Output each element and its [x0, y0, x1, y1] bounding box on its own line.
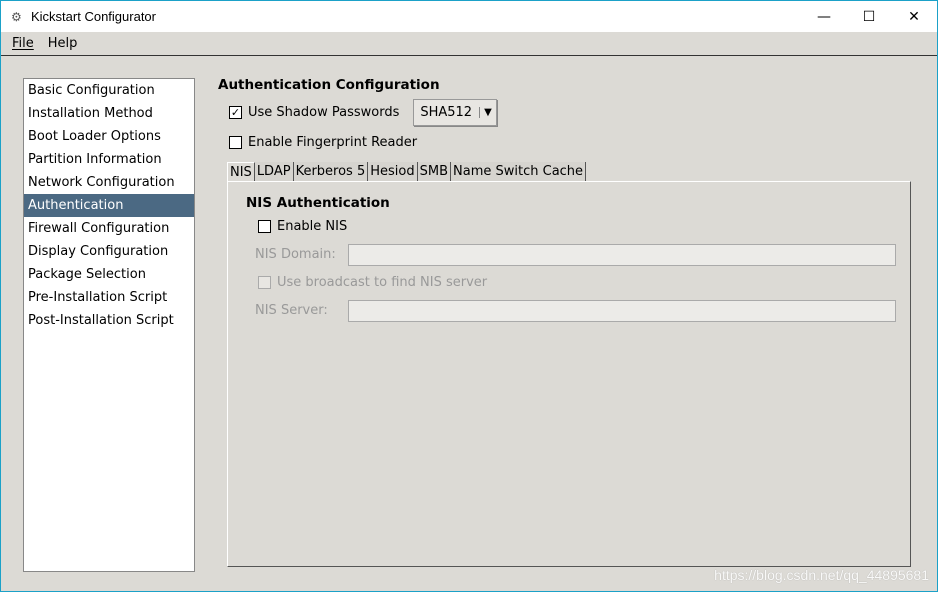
nis-server-label: NIS Server: — [255, 303, 328, 318]
tab-smb[interactable]: SMB — [417, 162, 452, 182]
section-heading: Authentication Configuration — [218, 77, 440, 93]
main-window: ⚙ Kickstart Configurator — ☐ ✕ File Help… — [0, 0, 938, 592]
fingerprint-reader-label: Enable Fingerprint Reader — [248, 135, 418, 150]
auth-tabs: NIS LDAP Kerberos 5 Hesiod SMB Name Switch Ca… — [227, 162, 587, 182]
sidebar-item[interactable]: Boot Loader Options — [24, 125, 194, 148]
fingerprint-reader-checkbox[interactable] — [229, 136, 242, 149]
minimize-button[interactable]: — — [801, 1, 847, 32]
watermark: https://blog.csdn.net/qq_44895681 — [714, 567, 929, 583]
hash-algorithm-value: SHA512 — [420, 105, 473, 120]
title-bar: ⚙ Kickstart Configurator — ☐ ✕ — [1, 1, 937, 32]
section-list[interactable]: Basic Configuration Installation Method Bo… — [23, 78, 195, 572]
nis-domain-label: NIS Domain: — [255, 247, 336, 262]
broadcast-label: Use broadcast to find NIS server — [277, 275, 488, 290]
menu-bar: File Help — [1, 32, 937, 56]
app-icon: ⚙ — [11, 9, 22, 24]
shadow-passwords-checkbox[interactable]: ✓ — [229, 106, 242, 119]
sidebar-item[interactable]: Pre-Installation Script — [24, 286, 194, 309]
menu-help[interactable]: Help — [48, 36, 78, 51]
auth-config: Authentication Configuration ✓ Use Shado… — [218, 77, 497, 156]
maximize-button[interactable]: ☐ — [846, 1, 892, 32]
enable-nis-label: Enable NIS — [277, 219, 348, 234]
sidebar-item[interactable]: Firewall Configuration — [24, 217, 194, 240]
window-title: Kickstart Configurator — [31, 9, 156, 24]
sidebar-item[interactable]: Authentication — [24, 194, 194, 217]
broadcast-checkbox[interactable] — [258, 276, 271, 289]
menu-file[interactable]: File — [12, 36, 34, 51]
shadow-passwords-label: Use Shadow Passwords — [248, 105, 400, 120]
nis-panel: NIS Authentication Enable NIS NIS Domain… — [227, 181, 911, 567]
sidebar-item[interactable]: Basic Configuration — [24, 79, 194, 102]
sidebar-item[interactable]: Installation Method — [24, 102, 194, 125]
sidebar-item[interactable]: Partition Information — [24, 148, 194, 171]
sidebar-item[interactable]: Post-Installation Script — [24, 309, 194, 332]
nis-server-input[interactable] — [348, 300, 896, 322]
tab-kerberos-5[interactable]: Kerberos 5 — [293, 162, 369, 182]
sidebar-item[interactable]: Display Configuration — [24, 240, 194, 263]
tab-name-switch-cache[interactable]: Name Switch Cache — [451, 162, 587, 182]
dropdown-arrow-icon: ▼ — [479, 107, 496, 118]
sidebar-item[interactable]: Network Configuration — [24, 171, 194, 194]
tab-ldap[interactable]: LDAP — [254, 162, 294, 182]
tab-hesiod[interactable]: Hesiod — [368, 162, 418, 182]
close-button[interactable]: ✕ — [891, 1, 937, 32]
enable-nis-checkbox[interactable] — [258, 220, 271, 233]
nis-heading: NIS Authentication — [246, 195, 390, 211]
hash-algorithm-select[interactable]: SHA512 ▼ — [413, 99, 497, 126]
nis-domain-input[interactable] — [348, 244, 896, 266]
tab-nis[interactable]: NIS — [227, 162, 255, 182]
sidebar-item[interactable]: Package Selection — [24, 263, 194, 286]
